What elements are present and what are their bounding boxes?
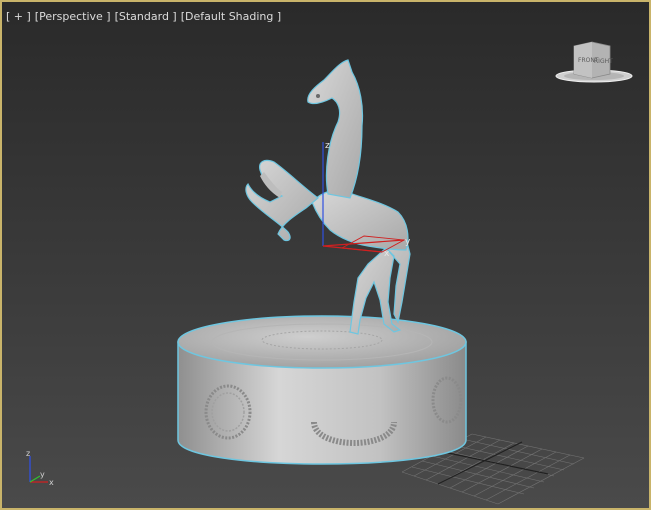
- pivot-gizmo-y-label: y: [405, 237, 411, 247]
- pivot-gizmo-x-label: x: [384, 249, 390, 259]
- viewport-perspective[interactable]: [ + ] [Perspective ] [Standard ] [Defaul…: [0, 0, 651, 510]
- viewcube[interactable]: FRONT RIGHT: [554, 40, 634, 86]
- horse-statue[interactable]: [245, 59, 411, 335]
- tripod-y-label: y: [40, 470, 45, 479]
- tripod-x-label: x: [49, 478, 54, 487]
- viewcube-right-face[interactable]: RIGHT: [594, 58, 613, 65]
- pedestal-base[interactable]: [177, 315, 467, 465]
- pivot-gizmo-z-label: z: [325, 141, 330, 151]
- tripod-z-label: z: [26, 449, 30, 458]
- scene-canvas[interactable]: z x y: [2, 2, 649, 508]
- world-axis-tripod: z x y: [26, 449, 54, 487]
